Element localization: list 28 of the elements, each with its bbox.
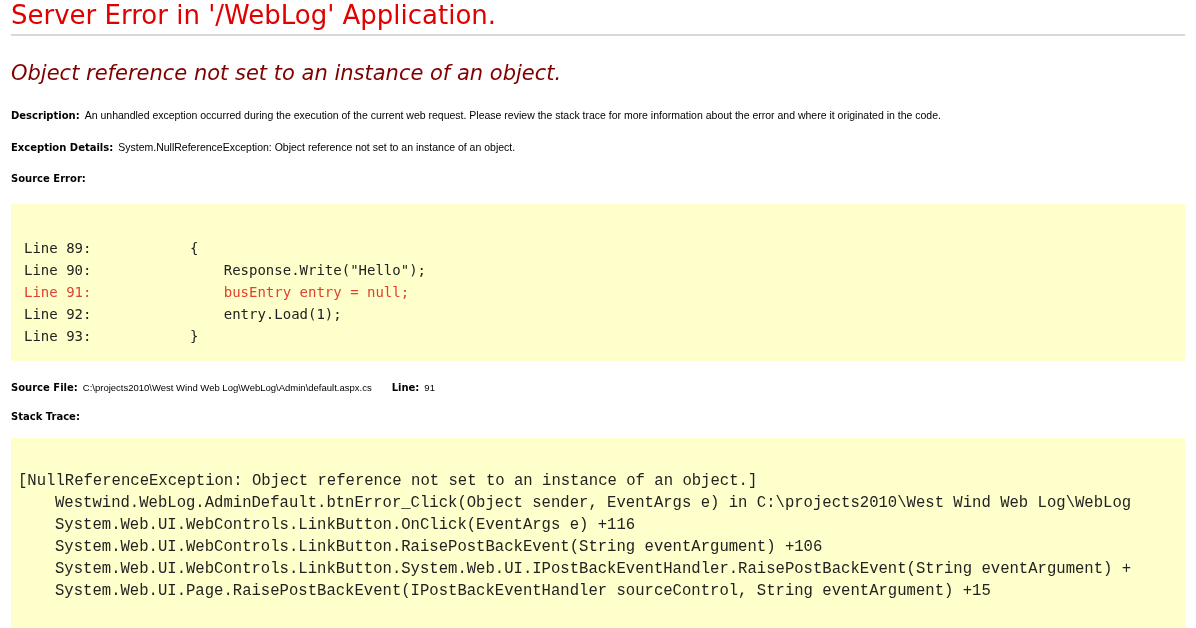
line-value: 91 (424, 380, 435, 395)
page-title: Server Error in '/WebLog' Application. (11, 0, 498, 30)
code-line: { (190, 238, 199, 258)
code-line: } (190, 326, 199, 346)
section-heading: Source Error: (11, 171, 87, 186)
line-number: Line 90: (24, 260, 93, 280)
field-label: Exception Details: (11, 140, 114, 155)
code-line: Response.Write("Hello"); (222, 260, 426, 280)
code-line: entry.Load(1); (222, 304, 342, 324)
stack-line: System.Web.UI.WebControls.LinkButton.System.Web.UI.IPostBackEventHandler.RaisePostBackEvent(String eventArgument) + (55, 559, 1132, 578)
line-number: Line 89: (24, 238, 93, 258)
field-label: Description: (11, 108, 80, 123)
description-text: An unhandled exception occurred during the execution of the current web request. Please review the stack trace for more information about the error and where it originated in the code. (84, 107, 941, 122)
stack-line: Westwind.WebLog.AdminDefault.btnError_Click(Object sender, EventArgs e) in C:\projects2010\West Wind Web Log\WebLog (55, 493, 1132, 512)
code-line: busEntry entry = null; (222, 282, 410, 302)
error-message: Object reference not set to an instance of an object. (11, 60, 563, 87)
line-number: Line 93: (24, 326, 93, 346)
file-path: C:\projects2010\West Wind Web Log\WebLog\Admin\default.aspx.cs (82, 380, 372, 395)
stack-line: System.Web.UI.WebControls.LinkButton.OnClick(EventArgs e) +116 (55, 515, 636, 534)
stack-line: [NullReferenceException: Object reference not set to an instance of an object.] (18, 471, 758, 490)
stack-line: System.Web.UI.Page.RaisePostBackEvent(IPostBackEventHandler sourceControl, String eventArgument) +15 (55, 581, 991, 600)
exception-text: System.NullReferenceException: Object reference not set to an instance of an object. (118, 139, 516, 154)
line-number: Line 91: (24, 282, 93, 302)
field-label: Line: (391, 380, 420, 395)
section-heading: Stack Trace: (11, 409, 81, 424)
field-label: Source File: (11, 380, 78, 395)
line-number: Line 92: (24, 304, 93, 324)
stack-line: System.Web.UI.WebControls.LinkButton.RaisePostBackEvent(String eventArgument) +106 (55, 537, 823, 556)
